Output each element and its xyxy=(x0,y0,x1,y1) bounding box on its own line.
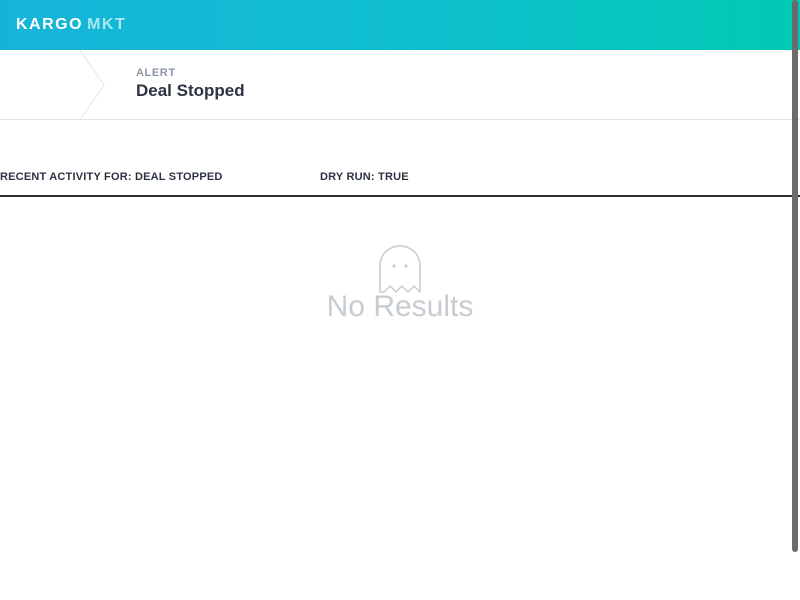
vertical-scrollbar[interactable] xyxy=(792,0,798,552)
app-logo[interactable]: KARGO MKT xyxy=(16,16,126,34)
page-header xyxy=(0,50,800,120)
ghost-icon xyxy=(379,245,421,293)
breadcrumb-chevron-icon xyxy=(79,50,105,120)
top-navigation-bar: KARGO MKT xyxy=(0,0,800,50)
logo-brand: KARGO xyxy=(16,16,84,33)
page-kicker: ALERT xyxy=(136,67,176,79)
recent-activity-label: RECENT ACTIVITY FOR: DEAL STOPPED xyxy=(0,171,223,183)
dry-run-label: DRY RUN: TRUE xyxy=(320,171,409,183)
page-title: Deal Stopped xyxy=(136,81,245,100)
no-results-message: No Results xyxy=(326,290,474,323)
logo-sub: MKT xyxy=(87,16,127,33)
